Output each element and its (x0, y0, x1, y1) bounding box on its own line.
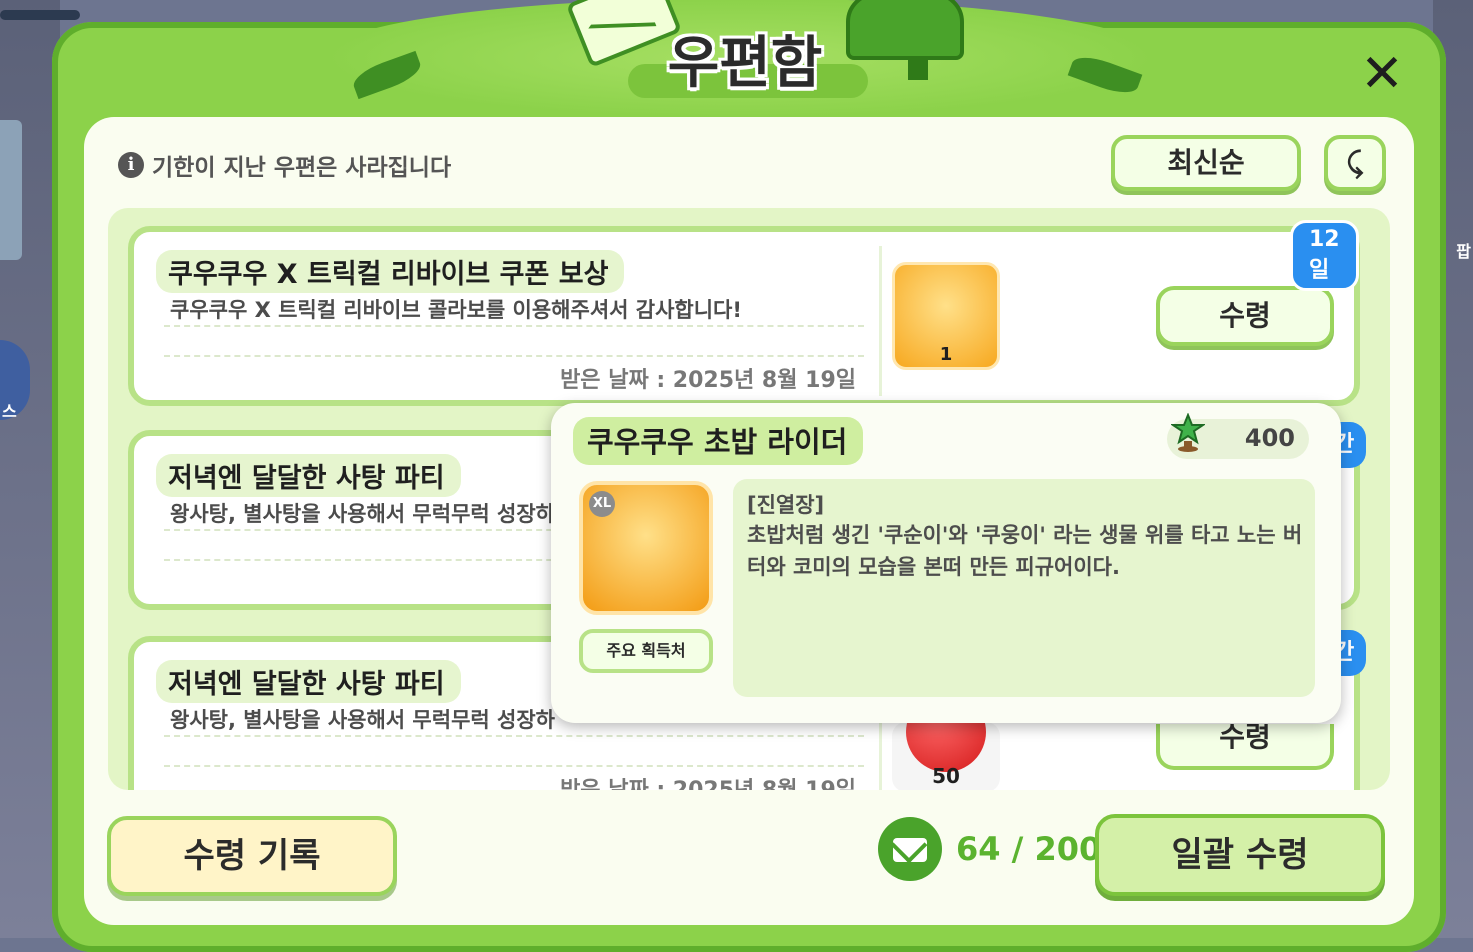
page-title: 우편함 (667, 31, 823, 96)
received-date: 받은 날짜 : 2025년 8월 19일 (560, 368, 856, 393)
reward-item-slot[interactable]: 1 (892, 262, 1000, 370)
claim-button[interactable]: 수령 (1156, 724, 1334, 770)
reward-item-count: 1 (939, 344, 953, 365)
notice-text: 기한이 지난 우편은 사라집니다 (152, 155, 452, 181)
background-banner (0, 120, 22, 260)
sort-order-toggle[interactable]: ⤹ (1324, 135, 1386, 191)
reward-item-count: 50 (932, 764, 960, 788)
mail-title: 저녁엔 달달한 사탕 파티 (156, 660, 461, 703)
background-topbar (0, 10, 80, 20)
divider (164, 765, 864, 767)
divider (164, 325, 864, 327)
divider (164, 355, 864, 357)
claim-history-button[interactable]: 수령 기록 (107, 816, 397, 896)
item-detail-popup: 쿠우쿠우 초밥 라이더 400 XL 주요 획득처 [진열장] 초밥처럼 생긴 … (551, 403, 1341, 723)
mailbox-icon (846, 0, 964, 60)
reward-item-slot[interactable]: 50 (892, 722, 1000, 790)
received-date: 받은 날짜 : 2025년 8월 19일 (560, 772, 856, 790)
mail-icon (878, 817, 942, 881)
item-price: 400 (1167, 413, 1309, 459)
close-button[interactable]: ✕ (1356, 48, 1408, 100)
acquisition-source-button[interactable]: 주요 획득처 (579, 629, 713, 673)
mail-title: 쿠우쿠우 X 트릭컬 리바이브 쿠폰 보상 (156, 250, 625, 293)
mail-body: 쿠우쿠우 X 트릭컬 리바이브 콜라보를 이용해주셔서 감사합니다! (170, 298, 742, 322)
mail-count: 64 / 200 (956, 830, 1102, 868)
item-grade-badge: XL (589, 491, 615, 517)
item-category: [진열장] (747, 493, 825, 517)
item-description: [진열장] 초밥처럼 생긴 '쿠순이'와 '쿠웅이' 라는 생물 위를 타고 노… (733, 479, 1315, 697)
mail-body: 왕사탕, 별사탕을 사용해서 무럭무럭 성장하 (170, 502, 555, 526)
divider (879, 246, 882, 396)
sort-dropdown-button[interactable]: 최신순 (1111, 135, 1301, 191)
claim-all-button[interactable]: 일괄 수령 (1095, 814, 1385, 896)
expiry-notice: i 기한이 지난 우편은 사라집니다 (118, 148, 451, 182)
item-description-text: 초밥처럼 생긴 '쿠순이'와 '쿠웅이' 라는 생물 위를 타고 노는 버터와 … (747, 523, 1303, 579)
popup-item-image: XL (579, 481, 713, 615)
mail-title: 저녁엔 달달한 사탕 파티 (156, 454, 461, 497)
info-icon: i (118, 152, 144, 178)
days-left-badge: 12일 (1290, 220, 1359, 291)
mail-item[interactable]: 쿠우쿠우 X 트릭컬 리바이브 쿠폰 보상 쿠우쿠우 X 트릭컬 리바이브 콜라… (128, 220, 1360, 406)
star-tree-icon (1171, 413, 1205, 452)
price-value: 400 (1244, 424, 1295, 452)
divider (164, 735, 864, 737)
popup-item-name: 쿠우쿠우 초밥 라이더 (573, 417, 864, 465)
sort-order-icon: ⤹ (1346, 146, 1364, 179)
background-right-label: 팝 (1456, 242, 1471, 261)
mail-body: 왕사탕, 별사탕을 사용해서 무럭무럭 성장하 (170, 708, 555, 732)
background-left-label: 스 (2, 402, 17, 421)
claim-button[interactable]: 수령 (1156, 286, 1334, 346)
